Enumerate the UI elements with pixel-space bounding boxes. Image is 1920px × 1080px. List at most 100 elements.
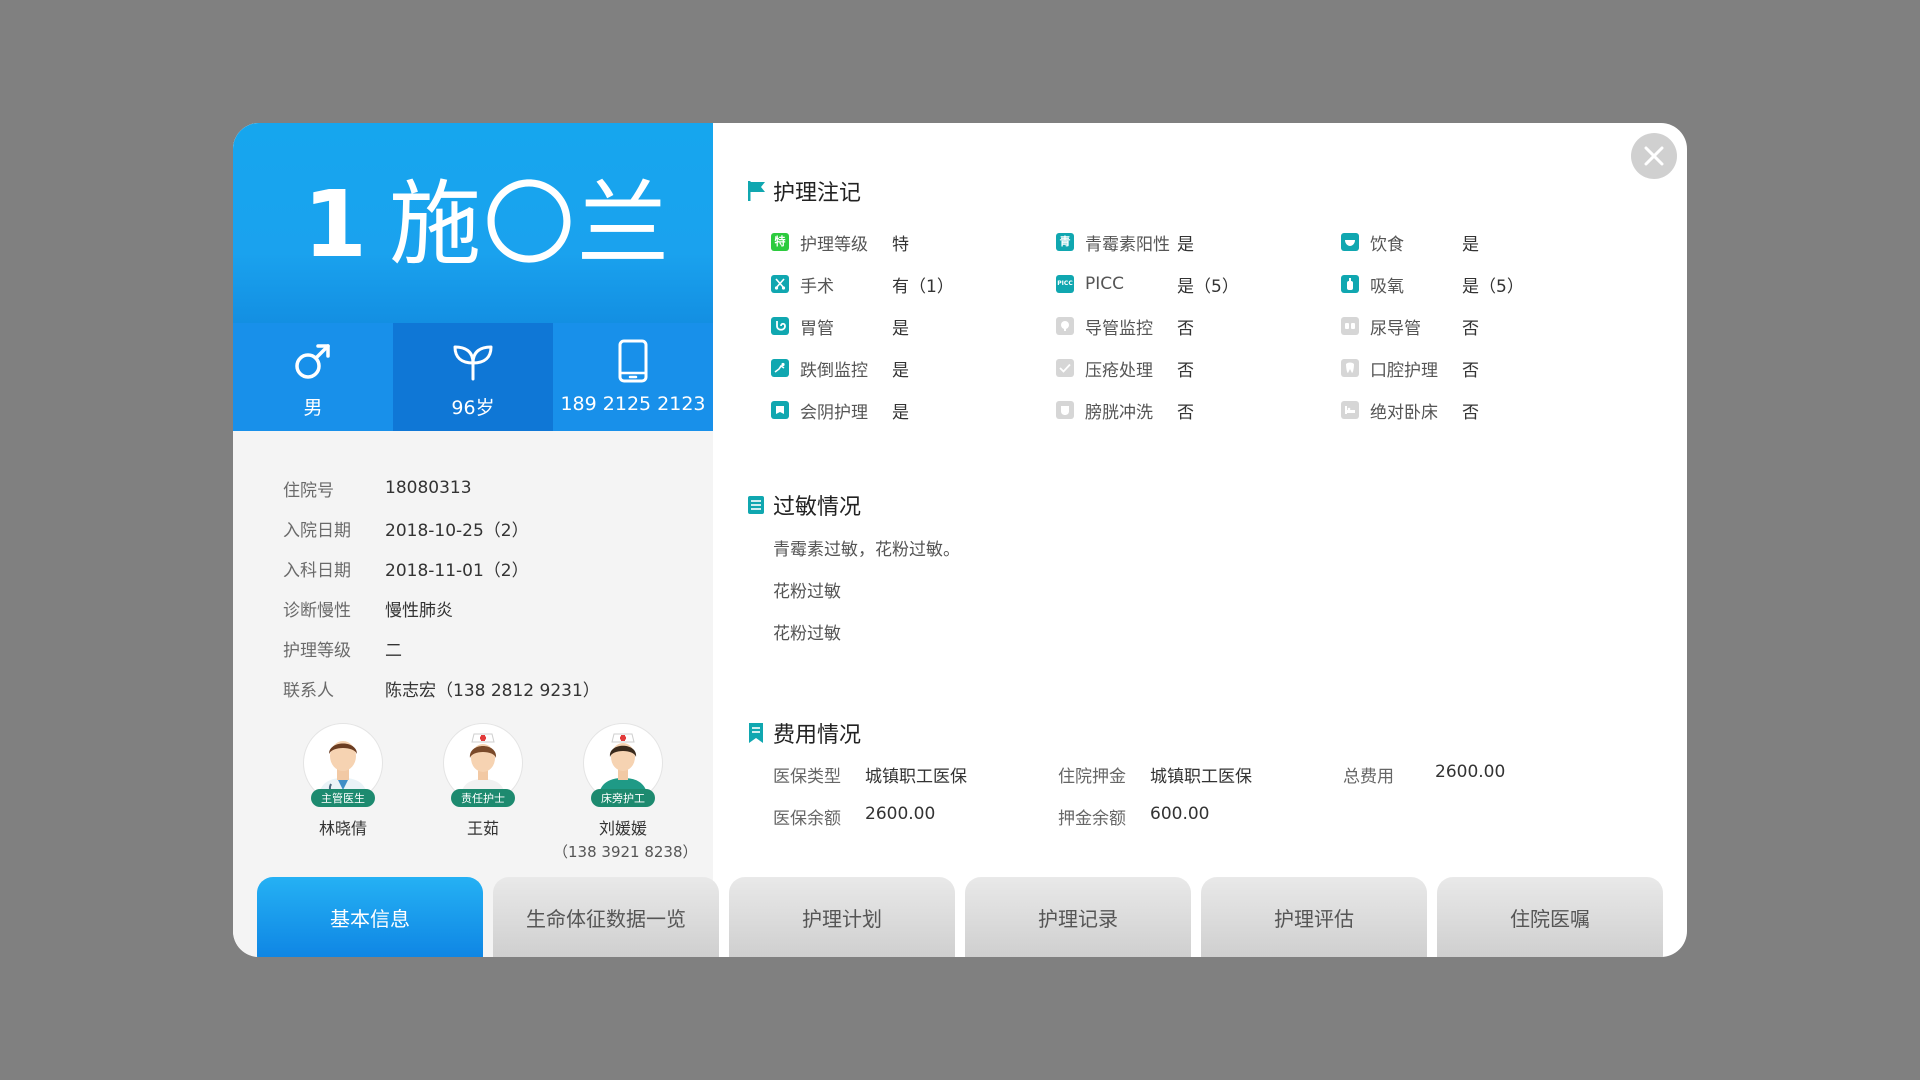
staff-nurse[interactable]: 责任护士 王茹 <box>413 723 553 862</box>
info-value: 2018-10-25（2） <box>385 520 529 541</box>
info-row: 护理等级 二 <box>283 628 600 668</box>
allergy-heading: 过敏情况 <box>773 495 862 520</box>
bladder-icon <box>1056 401 1074 419</box>
care-item: 口腔护理 否 <box>1341 356 1626 381</box>
staff-name: 林晓倩 <box>318 819 367 838</box>
patient-name: 施〇兰 <box>389 171 672 278</box>
phone-cell[interactable]: 189 2125 2123 <box>553 323 713 431</box>
care-value: 否 <box>1462 402 1479 423</box>
info-label: 诊断慢性 <box>283 600 351 621</box>
care-value: 否 <box>1462 360 1479 381</box>
info-label: 护理等级 <box>283 640 351 661</box>
avatar: 床旁护工 <box>583 723 663 809</box>
info-value: 18080313 <box>385 478 472 498</box>
role-badge: 主管医生 <box>311 789 375 807</box>
fall-icon <box>771 359 789 377</box>
info-label: 住院号 <box>283 480 334 501</box>
care-item: 压疮处理 否 <box>1056 356 1341 381</box>
close-button[interactable] <box>1631 133 1677 179</box>
care-item: 尿导管 否 <box>1341 314 1626 339</box>
tab-basic-info[interactable]: 基本信息 <box>257 877 483 957</box>
care-row: 手术 有（1） PICC PICC 是（5） 吸氧 是（5） <box>771 263 1626 305</box>
care-label: 青霉素阳性 <box>1085 234 1170 255</box>
bottom-tab-bar: 基本信息 生命体征数据一览 护理计划 护理记录 护理评估 住院医嘱 <box>257 877 1673 957</box>
patient-name-header: 1 施〇兰 <box>233 123 713 323</box>
fee-item: 住院押金 城镇职工医保 <box>1058 762 1343 787</box>
tab-vital-signs[interactable]: 生命体征数据一览 <box>493 877 719 957</box>
care-value: 否 <box>1462 318 1479 339</box>
info-label: 入院日期 <box>283 520 351 541</box>
fees-title: 费用情况 <box>747 717 861 749</box>
fee-row: 医保类型 城镇职工医保 住院押金 城镇职工医保 总费用 2600.00 <box>773 753 1628 795</box>
patient-quick-info: 男 96岁 189 2125 2123 <box>233 323 713 431</box>
bookmark-icon <box>747 722 767 744</box>
allergy-line: 花粉过敏 <box>773 582 841 602</box>
special-grade-icon: 特 <box>771 233 789 251</box>
fee-value: 2600.00 <box>1435 761 1506 782</box>
info-value: 2018-11-01（2） <box>385 560 529 581</box>
bed-number: 1 <box>303 171 368 278</box>
care-item: 手术 有（1） <box>771 272 1056 297</box>
care-item: 跌倒监控 是 <box>771 356 1056 381</box>
admission-info-list: 住院号 18080313 入院日期 2018-10-25（2） 入科日期 201… <box>283 468 600 708</box>
list-icon <box>747 494 767 516</box>
staff-name: 王茹 <box>466 819 499 838</box>
care-label: 尿导管 <box>1370 318 1421 339</box>
care-label: 导管监控 <box>1085 318 1153 339</box>
care-value: 否 <box>1177 360 1194 381</box>
gender-text: 男 <box>303 397 323 419</box>
phone-text: 189 2125 2123 <box>560 393 706 415</box>
picc-icon: PICC <box>1056 275 1074 293</box>
fee-label: 医保余额 <box>773 808 841 829</box>
info-row: 联系人 陈志宏（138 2812 9231） <box>283 668 600 708</box>
tab-care-assessment[interactable]: 护理评估 <box>1201 877 1427 957</box>
info-label: 联系人 <box>283 680 334 701</box>
role-badge: 床旁护工 <box>591 789 655 807</box>
care-value: 是 <box>1462 234 1479 255</box>
care-value: 特 <box>892 234 909 255</box>
care-item: 会阴护理 是 <box>771 398 1056 423</box>
info-row: 入科日期 2018-11-01（2） <box>283 548 600 588</box>
tab-care-plan[interactable]: 护理计划 <box>729 877 955 957</box>
care-label: 口腔护理 <box>1370 360 1438 381</box>
care-label: 手术 <box>800 276 834 297</box>
care-notes-title: 护理注记 <box>747 175 861 207</box>
care-label: 吸氧 <box>1370 276 1404 297</box>
care-item: PICC PICC 是（5） <box>1056 272 1341 297</box>
gender-cell: 男 <box>233 323 393 431</box>
care-row: 特 护理等级 特 青 青霉素阳性 是 饮食 是 <box>771 221 1626 263</box>
care-item: 绝对卧床 否 <box>1341 398 1626 423</box>
staff-caregiver[interactable]: 床旁护工 刘媛媛 （138 3921 8238） <box>553 723 698 862</box>
care-value: 否 <box>1177 402 1194 423</box>
care-label: 饮食 <box>1370 234 1404 255</box>
fee-value: 城镇职工医保 <box>1150 766 1252 787</box>
patient-detail-dialog: 1 施〇兰 男 96岁 189 2125 2123 住院号 18080313 入… <box>233 123 1687 957</box>
care-value: 否 <box>1177 318 1194 339</box>
info-row: 入院日期 2018-10-25（2） <box>283 508 600 548</box>
tooth-icon <box>1341 359 1359 377</box>
care-value: 是 <box>892 402 909 423</box>
stomach-tube-icon <box>771 317 789 335</box>
care-value: 是 <box>1177 234 1194 255</box>
avatar: 主管医生 <box>303 723 383 809</box>
fee-item: 医保余额 2600.00 <box>773 804 1058 829</box>
allergy-title: 过敏情况 <box>747 489 861 521</box>
care-label: 会阴护理 <box>800 402 868 423</box>
flag-icon <box>747 180 767 202</box>
scissors-icon <box>771 275 789 293</box>
care-row: 跌倒监控 是 压疮处理 否 口腔护理 否 <box>771 347 1626 389</box>
care-value: 是 <box>892 360 909 381</box>
male-icon <box>291 339 335 383</box>
care-team: 主管医生 林晓倩 责任护士 王茹 床旁护工 刘媛媛 （138 3921 8238… <box>273 723 698 862</box>
fee-value: 2600.00 <box>865 803 936 824</box>
sprout-icon <box>451 339 495 383</box>
staff-phone: （138 3921 8238） <box>553 843 698 861</box>
info-value: 慢性肺炎 <box>385 600 453 621</box>
tab-care-records[interactable]: 护理记录 <box>965 877 1191 957</box>
info-row: 诊断慢性 慢性肺炎 <box>283 588 600 628</box>
staff-doctor[interactable]: 主管医生 林晓倩 <box>273 723 413 862</box>
info-row: 住院号 18080313 <box>283 468 600 508</box>
role-badge: 责任护士 <box>451 789 515 807</box>
fee-row: 医保余额 2600.00 押金余额 600.00 <box>773 795 1628 837</box>
tab-inpatient-orders[interactable]: 住院医嘱 <box>1437 877 1663 957</box>
